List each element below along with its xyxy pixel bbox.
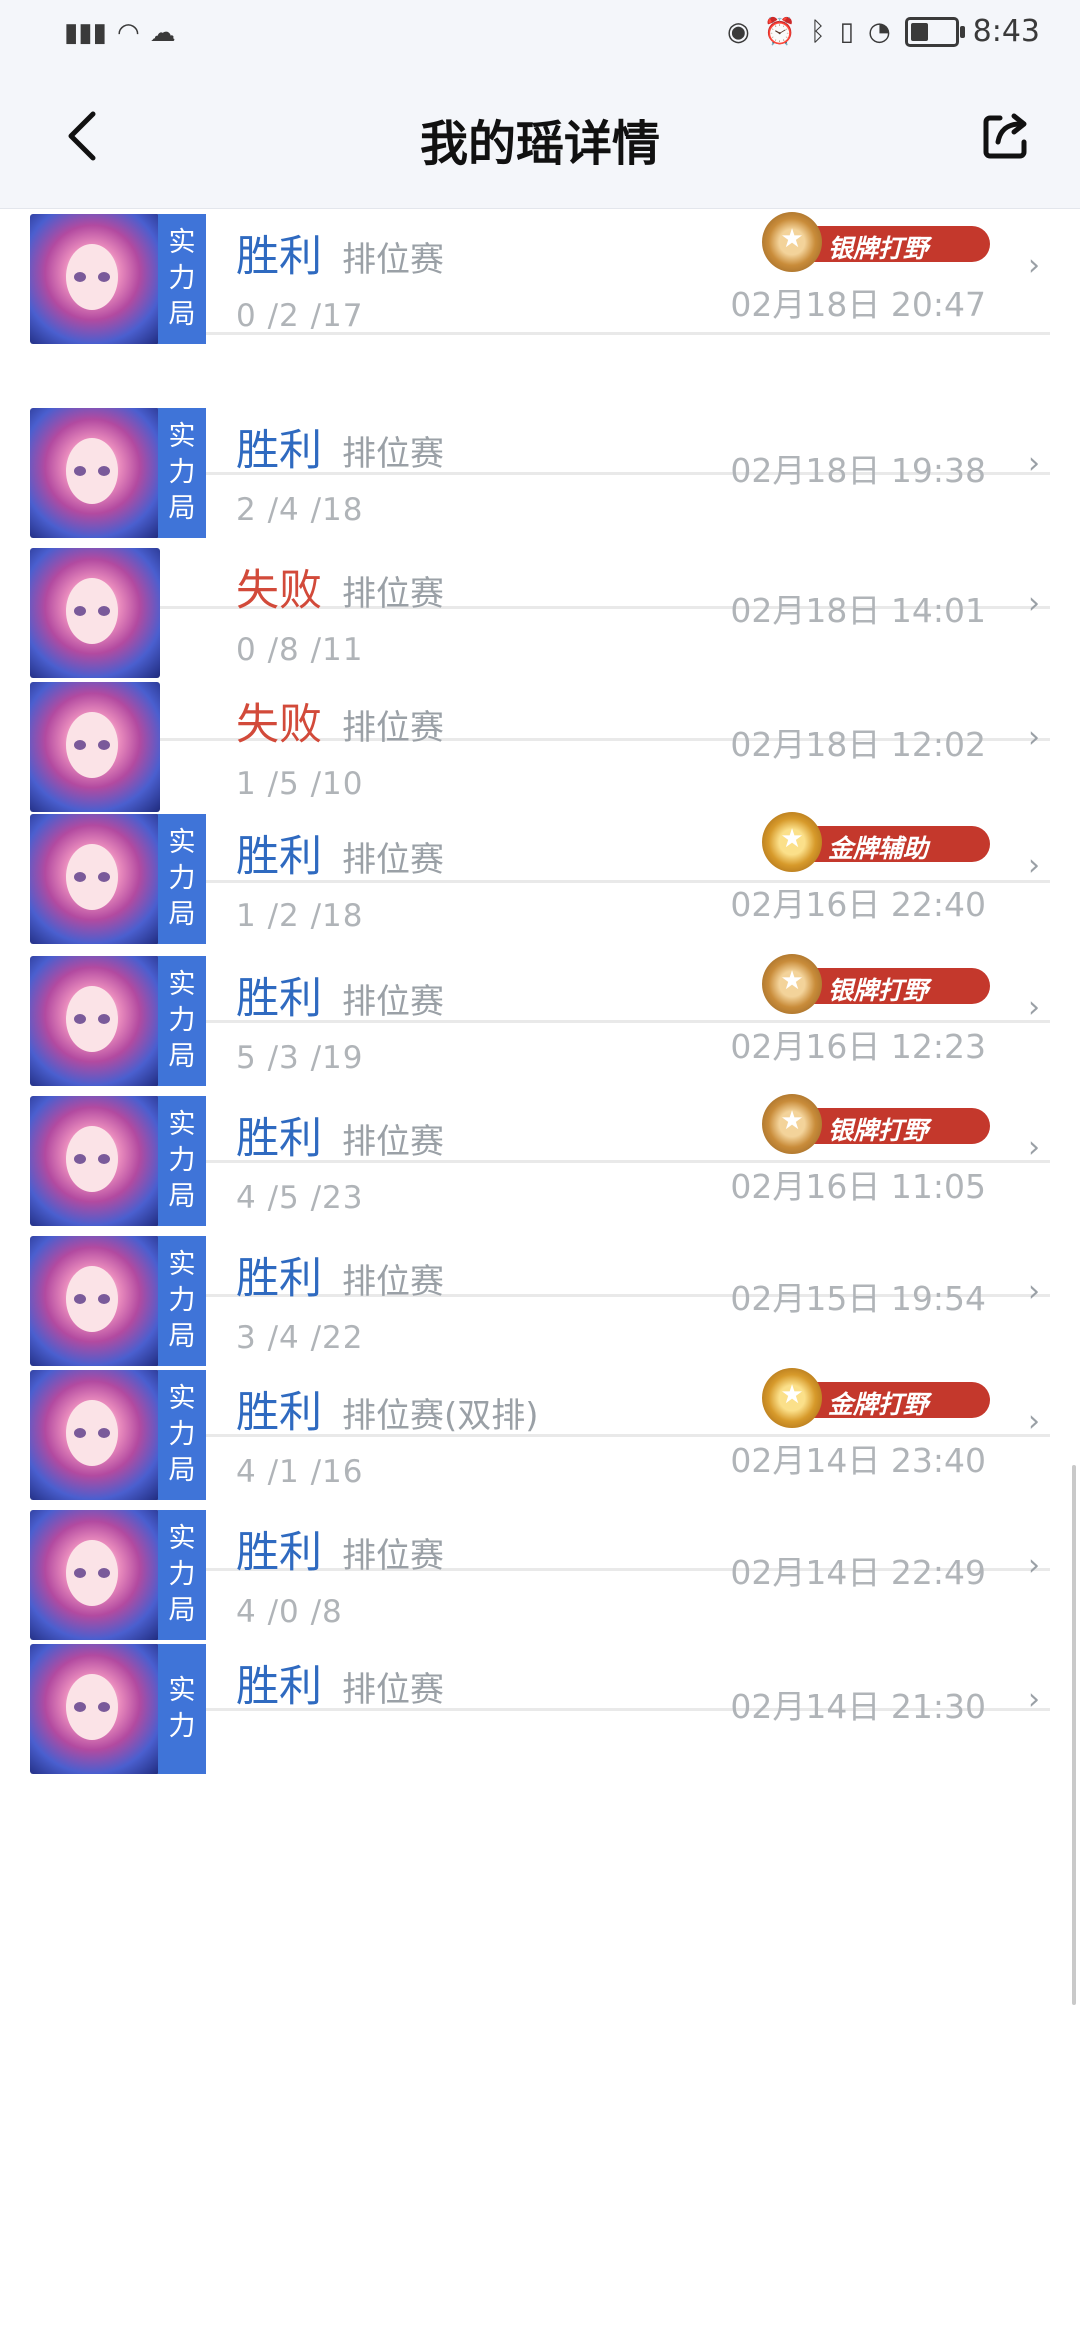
- alarm-icon: ⏰: [763, 16, 797, 47]
- honor-badge: 银牌打野: [756, 212, 992, 274]
- honor-badge: 金牌辅助: [756, 812, 992, 874]
- match-row[interactable]: 实力局胜利 排位赛 5 /3 /19 02月16日 12:23 › 银牌打野: [30, 880, 1050, 1086]
- hero-avatar: [30, 214, 160, 344]
- match-row[interactable]: 实力局胜利 排位赛 3 /4 /22 02月15日 19:54 ›: [30, 1160, 1050, 1366]
- match-mode: 排位赛: [342, 840, 444, 880]
- strength-tag: 实力: [158, 1644, 206, 1774]
- match-result: 胜利: [236, 426, 322, 476]
- strength-tag-char: 实: [168, 421, 196, 452]
- strength-tag-char: 力: [168, 263, 196, 294]
- badge-label: 金牌辅助: [828, 834, 929, 863]
- match-row[interactable]: 失败 排位赛 1 /5 /10 02月18日 12:02 ›: [30, 606, 1050, 812]
- chevron-right-icon: ›: [1028, 248, 1040, 283]
- strength-tag-char: 局: [168, 299, 196, 330]
- match-row[interactable]: 实力局胜利 排位赛 4 /5 /23 02月16日 11:05 › 银牌打野: [30, 1020, 1050, 1226]
- badge-label: 银牌打野: [828, 976, 929, 1005]
- honor-badge: 金牌打野: [756, 1368, 992, 1430]
- chevron-right-icon: ›: [1028, 1682, 1040, 1717]
- medal-icon: [762, 1368, 822, 1428]
- match-time: 02月14日 21:30: [730, 1687, 986, 1726]
- hero-eye: [74, 272, 86, 282]
- strength-tag-char: 实: [168, 1109, 196, 1140]
- match-mode: 排位赛: [342, 1122, 444, 1162]
- match-mode: 排位赛: [342, 240, 444, 280]
- chevron-right-icon: ›: [1028, 848, 1040, 883]
- share-icon: [983, 113, 1027, 159]
- match-row[interactable]: 实力局胜利 排位赛(双排) 4 /1 /16 02月14日 23:40 › 金牌打野: [30, 1294, 1050, 1500]
- match-mode: 排位赛: [342, 982, 444, 1022]
- eye-icon: ◉: [726, 16, 750, 47]
- strength-tag-char: 实: [168, 969, 196, 1000]
- match-result: 胜利: [236, 832, 322, 882]
- strength-tag-char: 力: [168, 1711, 196, 1742]
- match-time: 02月18日 20:47: [730, 285, 986, 324]
- badge-ribbon: 金牌打野: [804, 1382, 990, 1419]
- badge-ribbon: 银牌打野: [804, 968, 990, 1005]
- badge-ribbon: 银牌打野: [804, 226, 990, 263]
- hero-avatar: [30, 1644, 160, 1774]
- badge-label: 银牌打野: [828, 234, 929, 263]
- strength-tag-char: 实: [168, 227, 196, 258]
- match-row[interactable]: 实力局胜利 排位赛 2 /4 /18 02月18日 19:38 ›: [30, 332, 1050, 538]
- vibrate-icon: ▯: [839, 16, 854, 47]
- medal-icon: [762, 212, 822, 272]
- badge-ribbon: 金牌辅助: [804, 826, 990, 863]
- battery-fill: [910, 22, 928, 41]
- match-row[interactable]: 实力胜利 排位赛 02月14日 21:30 ›: [30, 1568, 1050, 1774]
- strength-tag-char: 实: [168, 1523, 196, 1554]
- honor-badge: 银牌打野: [756, 954, 992, 1016]
- page-title: 我的瑶详情: [419, 116, 660, 172]
- strength-tag-char: 实: [168, 1383, 196, 1414]
- honor-badge: 银牌打野: [756, 1094, 992, 1156]
- status-time: 8:43: [972, 14, 1040, 49]
- match-result: 胜利: [236, 974, 322, 1024]
- match-row[interactable]: 失败 排位赛 0 /8 /11 02月18日 14:01 ›: [30, 472, 1050, 678]
- share-button[interactable]: [976, 106, 1036, 166]
- match-result: 胜利: [236, 1114, 322, 1164]
- hero-eye: [98, 272, 110, 282]
- strength-tag-char: 实: [168, 1249, 196, 1280]
- status-bar: ▮▮▮ ◠ ☁ ◉ ⏰ ᛒ ▯ ◔ 8:43: [0, 0, 1080, 76]
- hero-eye: [98, 1702, 110, 1712]
- badge-label: 银牌打野: [828, 1116, 929, 1145]
- bluetooth-icon: ᛒ: [810, 16, 826, 47]
- network-signal-icon: ▮▮▮: [64, 18, 107, 48]
- match-mode: 排位赛: [342, 1670, 444, 1710]
- match-row[interactable]: 实力局胜利 排位赛 0 /2 /17 02月18日 20:47 › 银牌打野: [30, 208, 1050, 344]
- match-mode: 排位赛: [342, 434, 444, 474]
- status-right: ◉ ⏰ ᛒ ▯ ◔ 8:43: [727, 14, 1040, 49]
- match-kda: 0 /2 /17: [236, 298, 364, 334]
- strength-tag: 实力局: [158, 214, 206, 344]
- medal-icon: [762, 812, 822, 872]
- match-row[interactable]: 实力局胜利 排位赛 1 /2 /18 02月16日 22:40 › 金牌辅助: [30, 738, 1050, 944]
- medal-icon: [762, 1094, 822, 1154]
- match-list[interactable]: 实力局胜利排位赛0 /2 /1702月18日 20:47›银牌打野实力局胜利排位…: [0, 208, 1080, 2340]
- status-left: ▮▮▮ ◠ ☁: [64, 18, 176, 48]
- scrollbar[interactable]: [1072, 1465, 1076, 2005]
- match-result: 胜利: [236, 232, 322, 282]
- strength-tag-char: 实: [168, 1675, 196, 1706]
- match-row[interactable]: 实力局胜利 排位赛 4 /0 /8 02月14日 22:49 ›: [30, 1434, 1050, 1640]
- top-app-bar: 我的瑶详情: [0, 76, 1080, 209]
- medal-icon: [762, 954, 822, 1014]
- badge-label: 金牌打野: [828, 1390, 929, 1419]
- match-result: 胜利: [236, 1662, 322, 1712]
- speed-icon: ◔: [867, 16, 891, 47]
- match-result: 胜利: [236, 1388, 322, 1438]
- battery-icon: [904, 16, 965, 47]
- weather-icon: ☁: [149, 18, 176, 48]
- badge-ribbon: 银牌打野: [804, 1108, 990, 1145]
- wifi-icon: ◠: [116, 18, 140, 48]
- strength-tag-char: 实: [168, 827, 196, 858]
- match-mode: 排位赛(双排): [342, 1396, 539, 1436]
- hero-eye: [74, 1702, 86, 1712]
